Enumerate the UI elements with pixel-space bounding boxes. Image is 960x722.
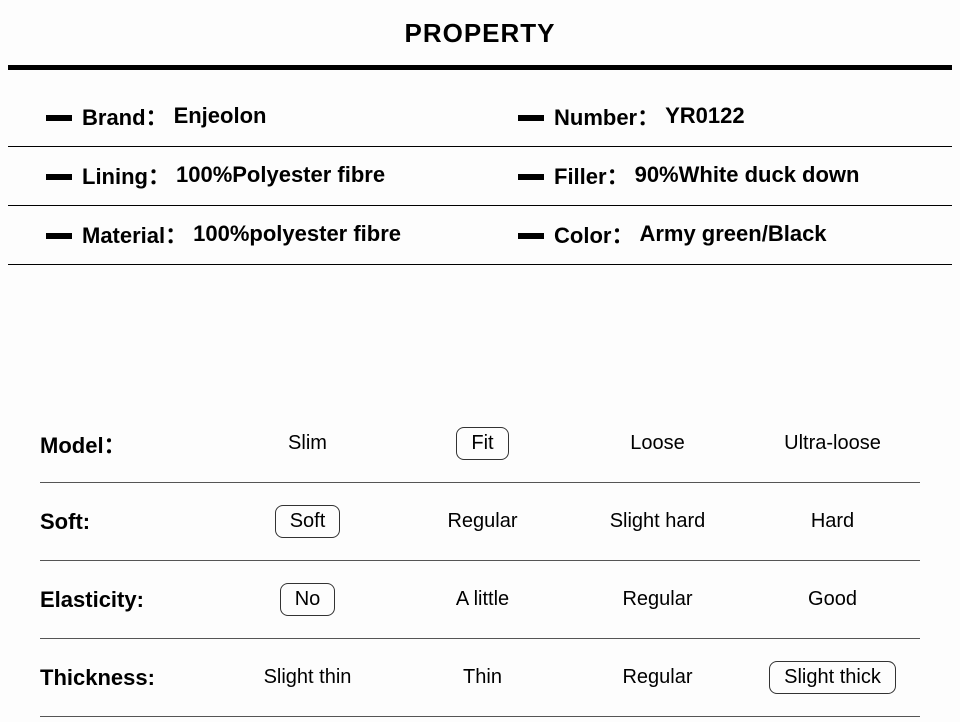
attribute-label: Thickness: (40, 665, 220, 691)
attribute-option: Slight hard (570, 506, 745, 537)
attribute-option-text: Hard (797, 506, 868, 537)
attribute-section: Model： Slim Fit Loose Ultra-loose Soft: Soft Re… (0, 405, 960, 717)
attribute-option-text: Ultra-loose (770, 428, 895, 459)
property-label: Number： (554, 100, 659, 132)
attribute-option: Slight thin (220, 662, 395, 693)
attribute-option: Slight thick (745, 661, 920, 694)
property-cell-brand: Brand： Enjeolon (8, 88, 480, 147)
property-label: Filler： (554, 159, 629, 191)
attribute-option-text: Slight thin (250, 662, 366, 693)
attribute-option: Soft (220, 505, 395, 538)
dash-icon (518, 233, 544, 239)
attribute-option-selected: Fit (456, 427, 508, 460)
attribute-option: Good (745, 584, 920, 615)
title-divider (8, 65, 952, 70)
page-title: PROPERTY (0, 0, 960, 65)
attribute-row: Elasticity: No A little Regular Good (40, 561, 920, 639)
attribute-option-text: Slight hard (596, 506, 720, 537)
property-row: Brand： Enjeolon Number： YR0122 (0, 88, 960, 147)
property-label: Lining： (82, 159, 170, 191)
property-label: Brand： (82, 100, 168, 132)
property-cell-material: Material： 100%polyester fibre (8, 206, 480, 265)
attribute-row: Soft: Soft Regular Slight hard Hard (40, 483, 920, 561)
attribute-option-selected: Slight thick (769, 661, 896, 694)
property-value: Army green/Black (639, 221, 826, 247)
attribute-option-text: Regular (608, 584, 706, 615)
attribute-option-text: Loose (616, 428, 699, 459)
attribute-label: Model： (40, 428, 220, 460)
attribute-option: No (220, 583, 395, 616)
property-cell-color: Color： Army green/Black (480, 206, 952, 265)
attribute-option-text: Thin (449, 662, 516, 693)
property-table: Brand： Enjeolon Number： YR0122 Lining： 1… (0, 88, 960, 265)
property-row: Lining： 100%Polyester fibre Filler： 90%W… (0, 147, 960, 206)
dash-icon (46, 233, 72, 239)
dash-icon (518, 115, 544, 121)
dash-icon (46, 115, 72, 121)
attribute-option-selected: Soft (275, 505, 341, 538)
property-cell-lining: Lining： 100%Polyester fibre (8, 147, 480, 206)
attribute-label: Elasticity: (40, 587, 220, 613)
attribute-option: Slim (220, 428, 395, 459)
attribute-option: Loose (570, 428, 745, 459)
attribute-option: Ultra-loose (745, 428, 920, 459)
property-value: 100%polyester fibre (193, 221, 401, 247)
property-cell-number: Number： YR0122 (480, 88, 952, 147)
attribute-option-selected: No (280, 583, 336, 616)
attribute-option-text: A little (442, 584, 523, 615)
property-row: Material： 100%polyester fibre Color： Arm… (0, 206, 960, 265)
attribute-row: Model： Slim Fit Loose Ultra-loose (40, 405, 920, 483)
dash-icon (46, 174, 72, 180)
attribute-option: Regular (570, 662, 745, 693)
attribute-option: Hard (745, 506, 920, 537)
attribute-option: Regular (570, 584, 745, 615)
attribute-row: Thickness: Slight thin Thin Regular Slight t… (40, 639, 920, 717)
property-value: Enjeolon (174, 103, 267, 129)
attribute-option: Fit (395, 427, 570, 460)
property-cell-filler: Filler： 90%White duck down (480, 147, 952, 206)
attribute-option: A little (395, 584, 570, 615)
attribute-label: Soft: (40, 509, 220, 535)
attribute-option: Thin (395, 662, 570, 693)
attribute-option-text: Regular (608, 662, 706, 693)
property-value: 90%White duck down (635, 162, 860, 188)
dash-icon (518, 174, 544, 180)
property-label: Material： (82, 218, 187, 250)
property-label: Color： (554, 218, 633, 250)
property-value: YR0122 (665, 103, 745, 129)
attribute-option-text: Regular (433, 506, 531, 537)
attribute-option-text: Good (794, 584, 871, 615)
attribute-option-text: Slim (274, 428, 341, 459)
property-value: 100%Polyester fibre (176, 162, 385, 188)
attribute-option: Regular (395, 506, 570, 537)
